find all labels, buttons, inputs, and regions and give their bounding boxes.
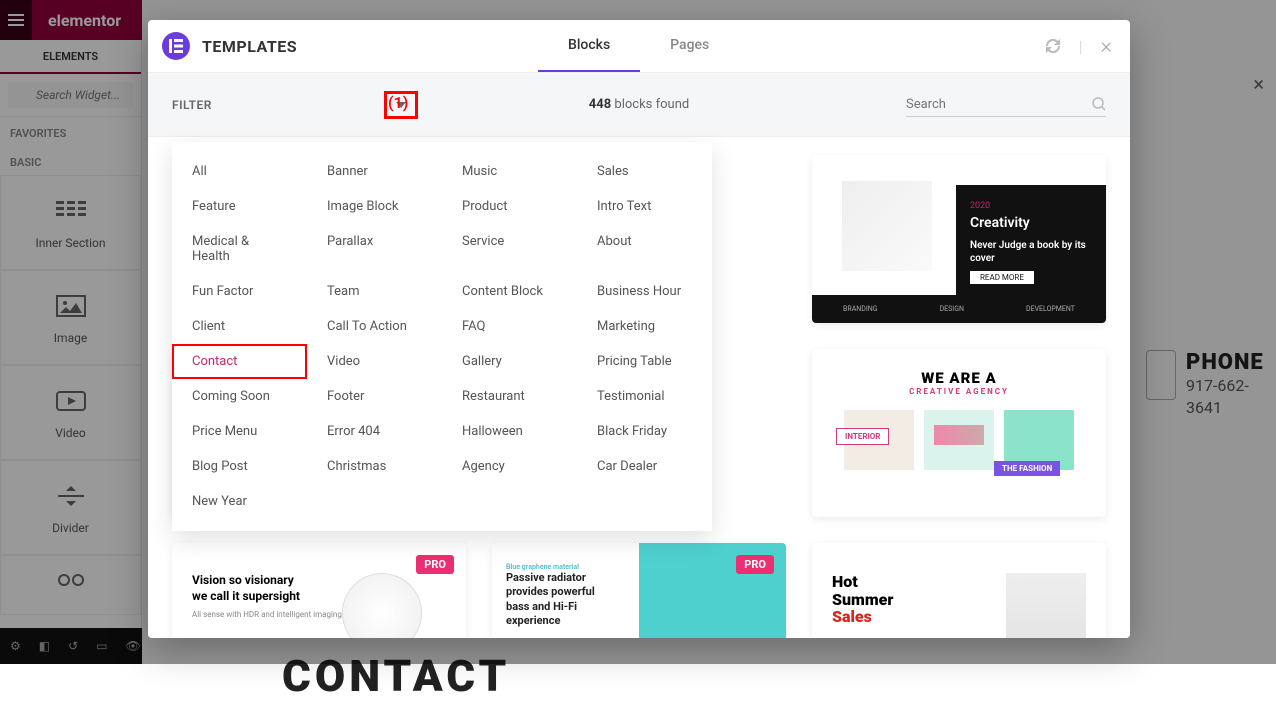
filter-dropdown-menu: AllBannerMusicSales FeatureImage BlockPro… (172, 142, 712, 531)
filter-option[interactable]: Call To Action (307, 309, 442, 344)
filter-option[interactable]: Video (307, 344, 442, 379)
tab-pages[interactable]: Pages (640, 20, 739, 72)
device-icon (342, 573, 422, 638)
template-card[interactable]: WE ARE A CREATIVE AGENCY INTERIOR THE FA… (812, 349, 1106, 517)
sync-icon[interactable] (1045, 38, 1061, 54)
filter-option[interactable]: Intro Text (577, 189, 712, 224)
card-cat: Blue graphene material (506, 563, 772, 571)
filter-option[interactable]: Sales (577, 154, 712, 189)
filter-option[interactable]: Banner (307, 154, 442, 189)
card-title: Vision so visionary we call it supersigh… (192, 573, 312, 604)
template-card[interactable]: PRO Vision so visionary we call it super… (172, 543, 466, 638)
tab-blocks[interactable]: Blocks (538, 20, 640, 72)
modal-actions: | × (1045, 34, 1112, 59)
tag: THE FASHION (994, 461, 1060, 476)
filter-option[interactable]: Medical & Health (172, 224, 307, 274)
filter-option[interactable]: Business Hour (577, 274, 712, 309)
modal-title: TEMPLATES (202, 37, 297, 56)
filter-option[interactable]: Service (442, 224, 577, 274)
template-card[interactable]: 2020 Creativity Never Judge a book by it… (812, 155, 1106, 323)
filter-option[interactable]: Feature (172, 189, 307, 224)
model-image (1006, 573, 1086, 638)
filter-option[interactable]: Contact (172, 344, 307, 379)
tag: INTERIOR (836, 428, 889, 445)
filter-option[interactable]: Halloween (442, 414, 577, 449)
filter-option[interactable]: Christmas (307, 449, 442, 484)
modal-tabs: Blocks Pages (538, 20, 739, 72)
filter-option[interactable]: Image Block (307, 189, 442, 224)
filter-option[interactable]: Restaurant (442, 379, 577, 414)
filter-option[interactable]: Car Dealer (577, 449, 712, 484)
filter-option[interactable]: Marketing (577, 309, 712, 344)
results-count: 448 blocks found (589, 97, 689, 112)
filter-option[interactable]: Testimonial (577, 379, 712, 414)
card-title: Passive radiator provides powerful bass … (506, 571, 616, 628)
filter-option[interactable]: Team (307, 274, 442, 309)
filter-option[interactable]: Coming Soon (172, 379, 307, 414)
filter-label: FILTER (172, 98, 212, 112)
card-title: WE ARE A (832, 369, 1086, 387)
filter-option[interactable]: Agency (442, 449, 577, 484)
filter-option[interactable]: Product (442, 189, 577, 224)
modal-header: TEMPLATES Blocks Pages | × (148, 20, 1130, 73)
filter-option[interactable]: Content Block (442, 274, 577, 309)
filter-option[interactable]: Pricing Table (577, 344, 712, 379)
annotation-1: (1) (388, 93, 408, 112)
pro-badge: PRO (416, 555, 454, 574)
filter-option[interactable]: All (172, 154, 307, 189)
template-search (906, 93, 1106, 117)
filter-option[interactable]: Client (172, 309, 307, 344)
close-icon[interactable]: × (1100, 34, 1112, 59)
filter-option[interactable]: Fun Factor (172, 274, 307, 309)
filter-option[interactable]: Blog Post (172, 449, 307, 484)
filter-option[interactable]: Black Friday (577, 414, 712, 449)
search-icon[interactable] (1092, 97, 1106, 111)
card-year: 2020 (970, 201, 1092, 211)
elementor-logo-icon (162, 32, 190, 60)
filter-option[interactable]: Error 404 (307, 414, 442, 449)
filter-option[interactable]: Footer (307, 379, 442, 414)
card-button: READ MORE (970, 271, 1034, 284)
filter-option[interactable]: Gallery (442, 344, 577, 379)
template-card[interactable]: PRO Blue graphene material Passive radia… (492, 543, 786, 638)
filter-option[interactable]: Music (442, 154, 577, 189)
templates-modal: TEMPLATES Blocks Pages | × FILTER (1) 44… (148, 20, 1130, 638)
filter-option[interactable]: About (577, 224, 712, 274)
filter-option[interactable]: Parallax (307, 224, 442, 274)
filter-option[interactable]: New Year (172, 484, 307, 519)
card-subtitle: All sense with HDR and intelligent imagi… (192, 610, 342, 619)
filter-option[interactable]: FAQ (442, 309, 577, 344)
filter-option[interactable]: Price Menu (172, 414, 307, 449)
template-card[interactable]: HotSummerSales (812, 543, 1106, 638)
search-input[interactable] (906, 97, 1092, 112)
card-title: Creativity (970, 215, 1092, 231)
filter-bar: FILTER (1) 448 blocks found (148, 73, 1130, 137)
card-subtitle: CREATIVE AGENCY (832, 387, 1086, 396)
card-subtitle: Never Judge a book by its cover (970, 239, 1092, 265)
pro-badge: PRO (736, 555, 774, 574)
